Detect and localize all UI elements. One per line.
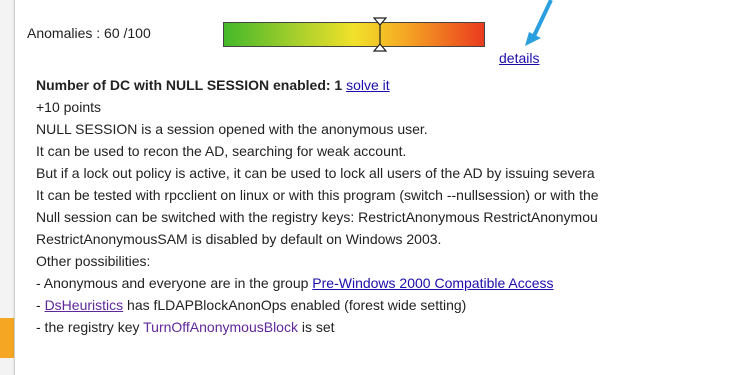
solve-it-link[interactable]: solve it <box>346 77 390 93</box>
rule-description-line: Null session can be switched with the re… <box>36 209 598 225</box>
possibility-text: - <box>36 297 45 313</box>
possibility-text: has fLDAPBlockAnonOps enabled (forest wi… <box>123 297 467 313</box>
rule-description-line: But if a lock out policy is active, it c… <box>36 165 595 181</box>
turn-off-anonymous-block-link[interactable]: TurnOffAnonymousBlock <box>143 319 298 335</box>
rule-points: +10 points <box>36 99 101 115</box>
report-panel: Anomalies : 60 /100 details Number of DC… <box>14 0 737 375</box>
details-link[interactable]: details <box>499 50 539 66</box>
rule-description-line: It can be tested with rpcclient on linux… <box>36 187 599 203</box>
score-gauge <box>223 17 485 52</box>
rule-title-line: Number of DC with NULL SESSION enabled: … <box>36 74 737 96</box>
other-possibilities-heading: Other possibilities: <box>36 253 151 269</box>
dsheuristics-link[interactable]: DsHeuristics <box>45 297 124 313</box>
possibility-item: - the registry key TurnOffAnonymousBlock… <box>36 316 737 338</box>
pre-windows-2000-group-link[interactable]: Pre-Windows 2000 Compatible Access <box>312 275 553 291</box>
gauge-marker-icon <box>373 17 387 52</box>
side-tab <box>0 318 14 358</box>
rule-description-line: RestrictAnonymousSAM is disabled by defa… <box>36 231 442 247</box>
possibility-text: - the registry key <box>36 319 144 335</box>
possibility-text: - Anonymous and everyone are in the grou… <box>36 275 313 291</box>
rule-description-line: NULL SESSION is a session opened with th… <box>36 121 428 137</box>
rule-details: Number of DC with NULL SESSION enabled: … <box>36 74 737 338</box>
rule-title: Number of DC with NULL SESSION enabled: … <box>36 77 343 93</box>
possibility-item: - DsHeuristics has fLDAPBlockAnonOps ena… <box>36 294 737 316</box>
rule-description-line: It can be used to recon the AD, searchin… <box>36 143 407 159</box>
possibility-text: is set <box>297 319 335 335</box>
annotation-arrow-icon <box>525 0 553 46</box>
possibility-item: - Anonymous and everyone are in the grou… <box>36 272 737 294</box>
anomalies-score-label: Anomalies : 60 /100 <box>27 25 151 41</box>
